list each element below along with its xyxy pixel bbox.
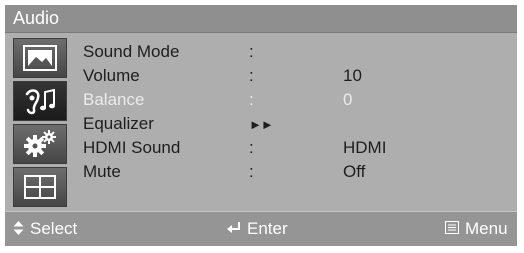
menu-item-balance: Balance : 0 [83, 89, 503, 113]
menu-item-label: Equalizer [83, 114, 154, 133]
menu-item-separator: : [249, 162, 254, 181]
menu-item-value: 10 [343, 66, 362, 85]
help-menu-label: Menu [465, 219, 508, 238]
menu-item-label: Mute [83, 162, 121, 181]
menu-item-hdmi-sound[interactable]: HDMI Sound : HDMI [83, 137, 503, 161]
grid-layout-icon [24, 175, 56, 199]
up-down-arrows-icon [13, 220, 24, 238]
menu-body: Sound Mode : Volume : 10 Balance : 0 Equ… [5, 33, 517, 211]
menu-item-separator: : [249, 138, 254, 157]
help-select-label: Select [30, 219, 78, 238]
title-bar: Audio [5, 5, 517, 33]
help-select: Select [13, 219, 77, 239]
sound-icon [25, 88, 55, 115]
picture-category-button[interactable] [13, 38, 67, 78]
menu-item-volume[interactable]: Volume : 10 [83, 65, 503, 89]
layout-category-button[interactable] [13, 167, 67, 207]
help-bar: Select Enter Menu [5, 211, 517, 246]
menu-item-label: HDMI Sound [83, 138, 181, 157]
menu-item-separator: : [249, 42, 254, 61]
menu-button-icon [445, 221, 459, 237]
menu-item-label: Volume [83, 66, 140, 85]
menu-item-mute[interactable]: Mute : Off [83, 161, 503, 185]
enter-return-icon [227, 221, 241, 237]
picture-icon [23, 45, 57, 71]
menu-title: Audio [13, 8, 60, 28]
menu-item-value: 0 [343, 90, 353, 109]
help-enter: Enter [227, 219, 288, 239]
menu-item-separator: : [249, 66, 254, 85]
menu-item-separator: : [249, 90, 254, 109]
menu-item-label: Sound Mode [83, 42, 180, 61]
audio-osd-menu: Audio Sound Mode: Volume: 10 Balance:… [5, 5, 517, 246]
menu-item-equalizer[interactable]: Equalizer ►► [83, 113, 503, 137]
sound-category-button[interactable] [13, 81, 67, 121]
help-enter-label: Enter [247, 219, 288, 238]
help-menu: Menu [445, 219, 508, 239]
menu-item-value: HDMI [343, 138, 387, 157]
menu-item-sound-mode[interactable]: Sound Mode : [83, 41, 503, 65]
setup-category-button[interactable] [13, 124, 67, 164]
menu-item-value: Off [343, 162, 366, 181]
setup-gears-icon [24, 130, 56, 157]
menu-item-label: Balance [83, 90, 145, 109]
submenu-arrow-icon: ►► [249, 117, 274, 132]
